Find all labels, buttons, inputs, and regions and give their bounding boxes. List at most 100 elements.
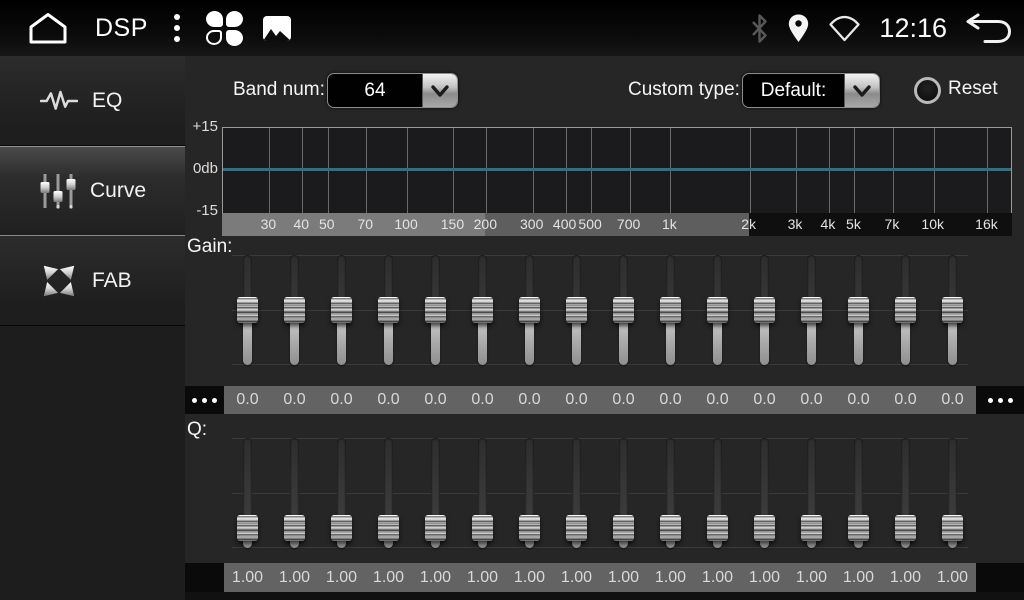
freq-tick-label: 16k [975,213,998,236]
slider-thumb[interactable] [472,515,493,541]
band-num-value: 64 [328,74,422,107]
gain-slider-4[interactable] [365,255,412,365]
slider-thumb[interactable] [237,515,258,541]
q-value: 1.00 [882,563,929,592]
q-slider-2[interactable] [271,438,318,548]
band-num-dropdown-button[interactable] [422,74,457,107]
slider-thumb[interactable] [801,297,822,323]
q-slider-9[interactable] [600,438,647,548]
slider-thumb[interactable] [660,515,681,541]
gain-slider-5[interactable] [412,255,459,365]
slider-thumb[interactable] [519,297,540,323]
q-slider-14[interactable] [835,438,882,548]
slider-thumb[interactable] [895,515,916,541]
slider-thumb[interactable] [848,297,869,323]
q-slider-13[interactable] [788,438,835,548]
gallery-button[interactable] [263,16,291,41]
slider-thumb[interactable] [613,297,634,323]
q-value: 1.00 [318,563,365,592]
q-slider-15[interactable] [882,438,929,548]
freq-tick-label: 70 [357,213,373,236]
slider-thumb[interactable] [660,297,681,323]
clover-icon [226,11,243,27]
chevron-down-icon [852,84,872,98]
reset-label[interactable]: Reset [948,78,998,100]
q-slider-12[interactable] [741,438,788,548]
q-slider-3[interactable] [318,438,365,548]
wifi-icon [828,15,861,42]
gain-slider-13[interactable] [788,255,835,365]
freq-tick-label: 3k [788,213,803,236]
dot [174,14,180,20]
custom-type-select[interactable]: Default: [742,73,880,108]
freq-tick-label: 7k [885,213,900,236]
slider-thumb[interactable] [942,515,963,541]
slider-thumb[interactable] [754,515,775,541]
slider-thumb[interactable] [707,297,728,323]
slider-thumb[interactable] [378,297,399,323]
sidebar-item-curve[interactable]: Curve [0,146,185,236]
gain-slider-7[interactable] [506,255,553,365]
back-button[interactable] [965,13,1012,44]
reset-radio[interactable] [914,77,941,104]
slider-thumb[interactable] [237,297,258,323]
gain-slider-10[interactable] [647,255,694,365]
q-slider-1[interactable] [224,438,271,548]
gain-slider-9[interactable] [600,255,647,365]
slider-thumb[interactable] [472,297,493,323]
gain-slider-12[interactable] [741,255,788,365]
slider-thumb[interactable] [425,515,446,541]
overflow-menu-button[interactable] [170,10,184,46]
gain-slider-8[interactable] [553,255,600,365]
slider-thumb[interactable] [284,297,305,323]
q-slider-5[interactable] [412,438,459,548]
q-slider-4[interactable] [365,438,412,548]
slider-thumb[interactable] [284,515,305,541]
gain-more-right-button[interactable] [976,386,1024,414]
freq-tick-label: 1k [662,213,677,236]
gain-slider-1[interactable] [224,255,271,365]
gain-value: 0.0 [224,386,271,414]
q-slider-7[interactable] [506,438,553,548]
q-value: 1.00 [600,563,647,592]
gain-more-left-button[interactable] [185,386,224,414]
gain-slider-2[interactable] [271,255,318,365]
gain-slider-16[interactable] [929,255,976,365]
q-value: 1.00 [741,563,788,592]
custom-type-dropdown-button[interactable] [844,74,879,107]
q-value: 1.00 [647,563,694,592]
gain-slider-6[interactable] [459,255,506,365]
sidebar-item-label: Curve [90,179,146,203]
slider-thumb[interactable] [895,297,916,323]
gain-slider-3[interactable] [318,255,365,365]
home-button[interactable] [26,11,70,45]
apps-clover-button[interactable] [204,9,245,48]
slider-thumb[interactable] [331,515,352,541]
q-slider-8[interactable] [553,438,600,548]
slider-thumb[interactable] [566,515,587,541]
slider-thumb[interactable] [566,297,587,323]
slider-thumb[interactable] [519,515,540,541]
gain-slider-14[interactable] [835,255,882,365]
slider-thumb[interactable] [425,297,446,323]
slider-thumb[interactable] [378,515,399,541]
q-slider-16[interactable] [929,438,976,548]
slider-thumb[interactable] [754,297,775,323]
slider-thumb[interactable] [801,515,822,541]
curve-panel: Band num: 64 Custom type: Default: Reset… [185,56,1024,600]
gain-slider-15[interactable] [882,255,929,365]
slider-thumb[interactable] [942,297,963,323]
q-slider-6[interactable] [459,438,506,548]
q-slider-11[interactable] [694,438,741,548]
slider-thumb[interactable] [331,297,352,323]
band-num-select[interactable]: 64 [327,73,458,108]
slider-thumb[interactable] [848,515,869,541]
sidebar-item-eq[interactable]: EQ [0,56,185,146]
gain-slider-11[interactable] [694,255,741,365]
slider-thumb[interactable] [707,515,728,541]
q-slider-10[interactable] [647,438,694,548]
slider-thumb[interactable] [613,515,634,541]
content-bottom-edge [185,592,1024,600]
sidebar-item-fab[interactable]: FAB [0,236,185,326]
gain-value: 0.0 [459,386,506,414]
